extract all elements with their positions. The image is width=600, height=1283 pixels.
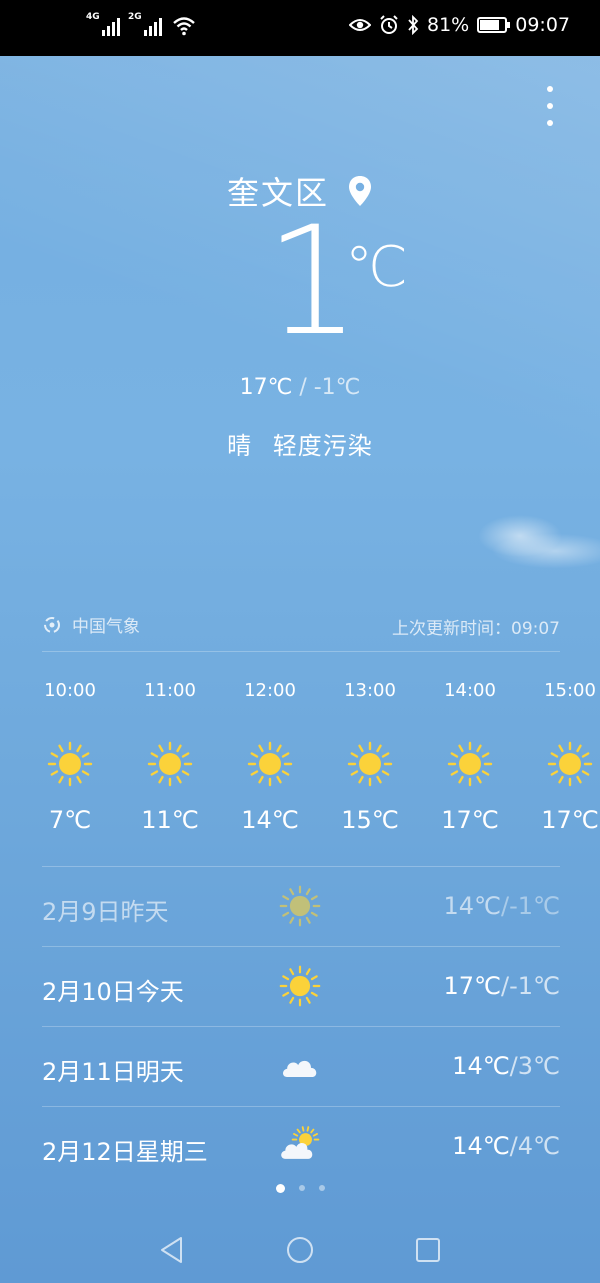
source-provider: 中国气象 (42, 612, 140, 637)
day-high: 14℃ (452, 1052, 510, 1080)
status-bar: 4G 2G 81% 09:07 (0, 0, 600, 56)
hour-temp: 17℃ (541, 806, 599, 834)
temp-low: -1℃ (313, 375, 361, 400)
hour-time: 11:00 (144, 680, 196, 701)
network-type-label: 4G (86, 12, 100, 22)
provider-name: 中国气象 (72, 617, 140, 637)
bluetooth-icon (408, 15, 419, 35)
day-temp-range: 14℃/-1℃ (444, 892, 560, 920)
hour-temp: 14℃ (241, 806, 299, 834)
hour-temp: 11℃ (141, 806, 199, 834)
day-label: 2月9日昨天 (42, 898, 169, 926)
divider (42, 651, 560, 652)
hour-time: 15:00 (544, 680, 596, 701)
status-left: 4G 2G (86, 12, 196, 36)
daily-forecast-row[interactable]: 2月10日今天 17℃/-1℃ (42, 946, 560, 1026)
day-low: 4℃ (517, 1132, 560, 1160)
day-separator: / (509, 1132, 518, 1160)
hour-icon-wrap (446, 740, 494, 788)
day-low: -1℃ (509, 892, 560, 920)
hour-temp: 15℃ (341, 806, 399, 834)
day-icon-wrap (278, 964, 322, 1008)
sun-icon (447, 741, 493, 787)
source-row: 中国气象 上次更新时间：09:07 (42, 612, 560, 642)
alarm-icon (380, 15, 398, 34)
hour-icon-wrap (346, 740, 394, 788)
day-low: 3℃ (517, 1052, 560, 1080)
day-separator: / (509, 1052, 518, 1080)
back-icon[interactable] (157, 1235, 187, 1265)
day-high: 14℃ (443, 892, 502, 920)
eye-icon (349, 19, 371, 31)
day-temp-range: 14℃/3℃ (452, 1052, 560, 1080)
hour-icon-wrap (46, 740, 94, 788)
day-icon-wrap (278, 884, 322, 928)
daily-forecast-row[interactable]: 2月12日星期三 14℃/4℃ (42, 1106, 560, 1186)
battery-icon (477, 17, 511, 33)
hour-time: 14:00 (444, 680, 496, 701)
sun-icon (147, 741, 193, 787)
temp-range: 17℃ / -1℃ (0, 375, 600, 400)
wifi-icon (173, 17, 195, 36)
partly-cloudy-icon (281, 1126, 320, 1159)
sun-icon (247, 741, 293, 787)
navigation-bar (0, 1215, 600, 1283)
hour-icon-wrap (546, 740, 594, 788)
temp-separator: / (299, 375, 307, 400)
battery-percent: 81% (427, 14, 470, 36)
day-temp-range: 14℃/4℃ (452, 1132, 560, 1160)
hour-time: 12:00 (244, 680, 296, 701)
temp-high: 17℃ (239, 375, 293, 400)
page-dot-active (275, 1184, 285, 1193)
weather-condition: 晴 (227, 432, 253, 460)
day-high: 17℃ (443, 972, 502, 1000)
more-vert-icon[interactable] (538, 86, 562, 126)
clock: 09:07 (515, 14, 570, 36)
day-high: 14℃ (452, 1132, 510, 1160)
day-label: 2月11日明天 (42, 1058, 184, 1086)
weather-provider-icon (44, 616, 60, 633)
day-icon-wrap (278, 1044, 322, 1088)
day-separator: / (501, 892, 510, 920)
day-label: 2月12日星期三 (42, 1138, 208, 1166)
daily-forecast-row[interactable]: 2月9日昨天 14℃/-1℃ (42, 866, 560, 946)
day-icon-wrap (278, 1124, 322, 1168)
cloud-icon (283, 1060, 317, 1077)
signal-4g-icon: 4G (86, 12, 120, 36)
hour-temp: 7℃ (48, 806, 92, 834)
daily-forecast-row[interactable]: 2月11日明天 14℃/3℃ (42, 1026, 560, 1106)
page-dot (298, 1185, 305, 1191)
page-indicator (0, 1184, 600, 1193)
sun-icon (279, 965, 321, 1007)
status-right: 81% 09:07 (349, 14, 570, 36)
day-low: -1℃ (509, 972, 560, 1000)
sun-icon (347, 741, 393, 787)
hour-icon-wrap (146, 740, 194, 788)
day-label: 2月10日今天 (42, 978, 184, 1006)
sun-icon (547, 741, 593, 787)
current-temperature: 1 ℃ (0, 207, 600, 365)
sun-icon (47, 741, 93, 787)
recents-icon[interactable] (413, 1235, 443, 1265)
air-quality[interactable]: 轻度污染 (273, 432, 373, 460)
signal-2g-icon: 2G (128, 12, 162, 36)
hour-temp: 17℃ (441, 806, 499, 834)
battery-fill (480, 20, 500, 30)
day-separator: / (501, 972, 510, 1000)
network-type-label: 2G (128, 12, 142, 22)
hour-time: 13:00 (344, 680, 396, 701)
home-icon[interactable] (285, 1235, 315, 1265)
hour-icon-wrap (246, 740, 294, 788)
current-temp-unit: ℃ (345, 235, 408, 300)
hour-time: 10:00 (44, 680, 96, 701)
day-temp-range: 17℃/-1℃ (444, 972, 560, 1000)
page-dot (318, 1185, 325, 1191)
hourly-forecast[interactable]: 10:00 7℃ 11:00 11℃ 12:00 14℃ 13:00 15℃ 1… (0, 680, 600, 850)
last-update-time: 上次更新时间：09:07 (392, 619, 560, 639)
condition-row: 晴 轻度污染 (0, 426, 600, 461)
sun-icon (279, 885, 321, 927)
